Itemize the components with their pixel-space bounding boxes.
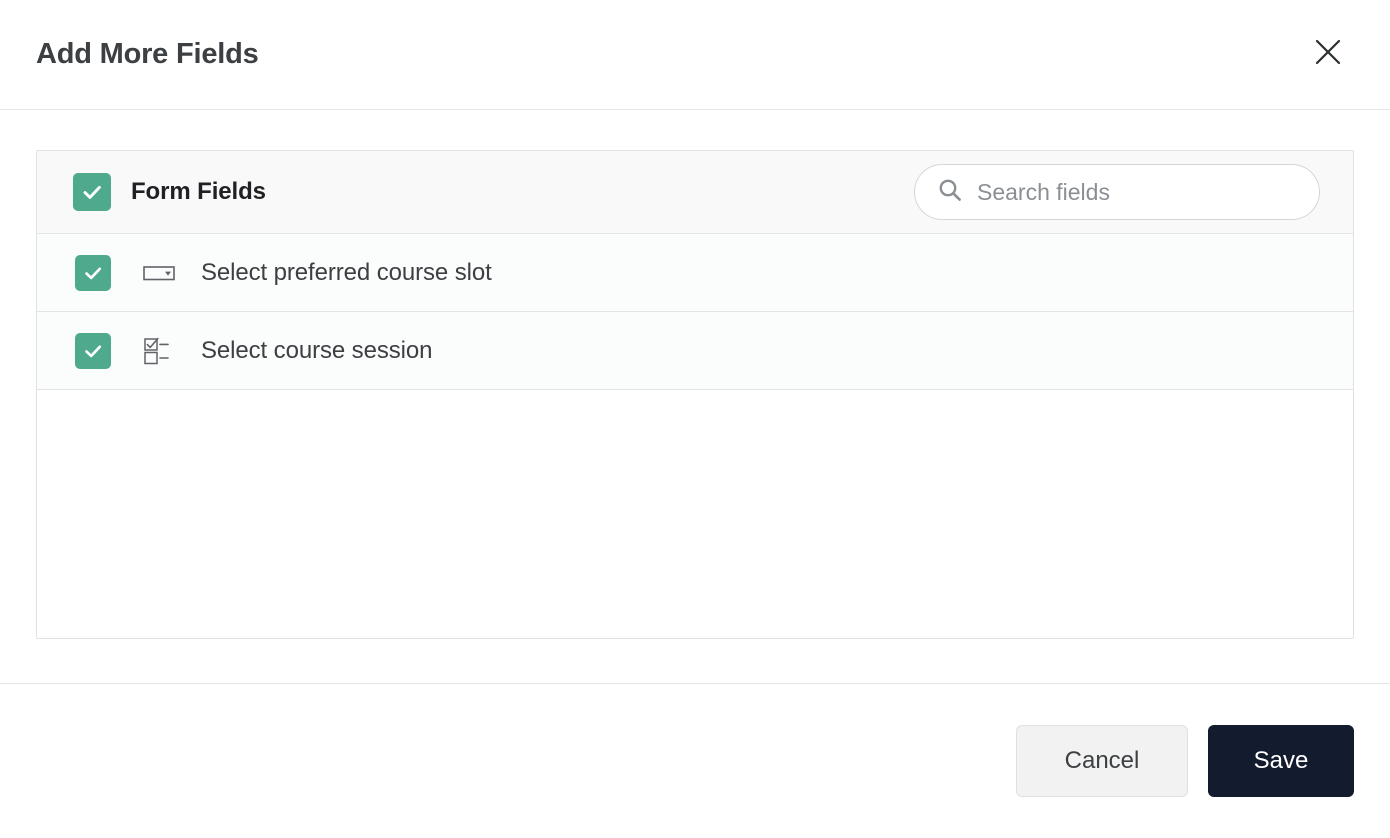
- add-more-fields-dialog: Add More Fields Form Fields Search field…: [0, 0, 1390, 838]
- form-fields-panel-header: Form Fields: [37, 151, 1353, 234]
- field-label: Select preferred course slot: [201, 258, 492, 286]
- check-icon: [85, 344, 102, 357]
- search-icon: [937, 177, 963, 208]
- cancel-button[interactable]: Cancel: [1016, 725, 1188, 797]
- select-all-checkbox[interactable]: [73, 173, 111, 211]
- check-icon: [83, 185, 101, 199]
- checkbox-list-field-icon: [139, 337, 179, 365]
- row-checkbox[interactable]: [75, 332, 111, 369]
- search-input[interactable]: [977, 178, 1299, 206]
- form-fields-rows: Select preferred course slot Select cour…: [37, 234, 1353, 638]
- page-title: Add More Fields: [36, 38, 259, 70]
- row-checkbox[interactable]: [75, 254, 111, 291]
- search-fields-box[interactable]: [914, 164, 1320, 220]
- check-icon: [85, 266, 102, 279]
- dialog-body: Form Fields Search fields Select preferr…: [0, 110, 1390, 683]
- save-button[interactable]: Save: [1208, 725, 1354, 797]
- form-fields-group-label: Form Fields: [131, 178, 266, 205]
- table-row[interactable]: Select course session: [37, 312, 1353, 390]
- close-icon: [1313, 37, 1343, 72]
- field-label: Select course session: [201, 336, 433, 364]
- close-button[interactable]: [1306, 33, 1350, 77]
- table-row[interactable]: Select preferred course slot: [37, 234, 1353, 312]
- form-fields-panel: Form Fields Search fields Select preferr…: [36, 150, 1354, 639]
- dialog-header: Add More Fields: [0, 0, 1390, 110]
- dropdown-field-icon: [139, 263, 179, 283]
- form-fields-group: Form Fields: [73, 173, 266, 211]
- dialog-footer: Cancel Save: [0, 683, 1390, 838]
